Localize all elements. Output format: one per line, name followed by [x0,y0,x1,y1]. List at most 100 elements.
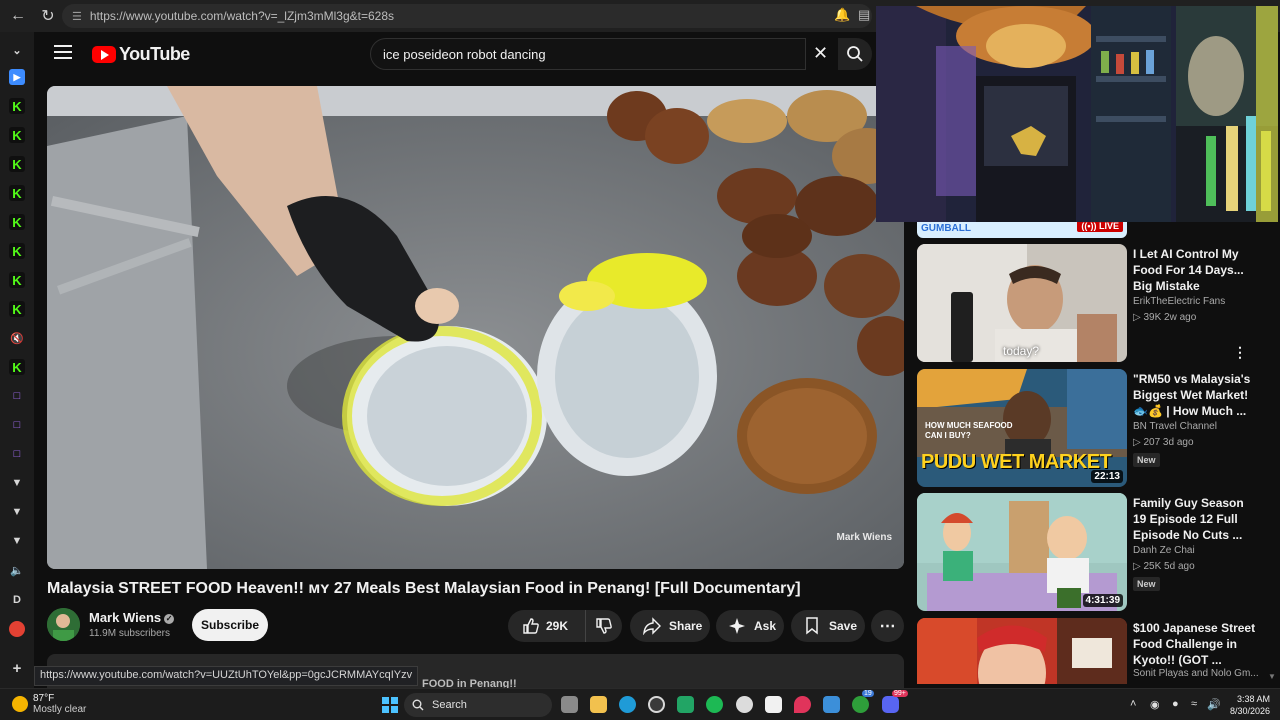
edge-icon[interactable] [619,696,636,713]
photos-icon[interactable] [823,696,840,713]
live-stream-card[interactable]: GUMBALL ((•)) LIVE [917,222,1127,238]
twitch-icon[interactable]: □ [9,388,25,404]
collapse-chevron-icon[interactable]: ⌄ [9,42,25,58]
kick-icon[interactable]: K [9,98,25,114]
wifi-icon[interactable]: ≈ [1191,698,1197,710]
recommended-title[interactable]: Family Guy Season 19 Episode 12 Full Epi… [1133,495,1257,543]
share-button[interactable]: Share [630,610,710,642]
search-button[interactable] [838,38,872,70]
site-info-icon[interactable]: ☰ [72,10,82,23]
thumbnail-text: PUDU WET MARKET [921,451,1112,473]
recommended-video[interactable]: 4:31:39 Family Guy Season 19 Episode 12 … [917,493,1267,613]
recommended-video[interactable]: $100 Japanese Street Food Challenge in K… [917,618,1267,684]
browser-sidebar: ⌄ ▶ K K K K K K K K 🔇 K □ □ □ ▼ ▼ ▼ 🔈 D … [0,32,34,688]
file-explorer-icon[interactable] [590,696,607,713]
video-title: Malaysia STREET FOOD Heaven!! ᴍʏ 27 Meal… [47,580,801,597]
webcam-overlay [876,6,1278,222]
scroll-down-arrow-icon[interactable]: ▼ [1268,672,1276,681]
kick-icon[interactable]: K [9,127,25,143]
new-badge: New [1133,577,1160,591]
obs-icon[interactable] [648,696,665,713]
screen: ← ↻ ☰ https://www.youtube.com/watch?v=_l… [0,0,1280,720]
live-label: LIVE [1098,222,1119,231]
recommended-meta: ▷ 25K 5d ago [1133,561,1195,572]
recommended-video[interactable]: today? I Let AI Control My Food For 14 D… [917,244,1267,364]
more-horizontal-icon: ⋯ [879,618,896,635]
video-player[interactable]: Mark Wiens [47,86,904,569]
kick-icon[interactable]: K [9,272,25,288]
muted-speaker-icon[interactable]: 🔇 [9,330,25,346]
video-thumbnail[interactable]: HOW MUCH SEAFOOD CAN I BUY? PUDU WET MAR… [917,369,1127,487]
video-thumbnail[interactable]: 4:31:39 [917,493,1127,611]
subscriber-count: 11.9M subscribers [89,628,170,639]
windows-start-icon[interactable] [382,697,398,713]
sheets-icon[interactable] [677,696,694,713]
search-input[interactable]: ice poseideon robot dancing [370,38,806,70]
extensions-icon[interactable]: ▤ [858,7,870,23]
settings-gear-icon[interactable] [736,696,753,713]
menu-icon[interactable] [54,45,72,59]
ask-button[interactable]: Ask [716,610,784,642]
microphone-icon[interactable]: ● [1172,698,1179,710]
sidebar-item-active[interactable]: ▶ [9,69,25,85]
speaker-icon[interactable]: 🔈 [9,562,25,578]
youtube-logo[interactable]: YouTube [92,44,190,65]
taskbar-search[interactable]: Search [404,693,552,717]
more-vertical-icon[interactable]: ⋮ [1233,344,1247,361]
back-arrow-icon[interactable]: ← [4,2,32,30]
weather-widget[interactable]: 87°F Mostly clear [12,693,86,715]
reload-icon[interactable]: ↻ [34,2,62,30]
channel-avatar[interactable] [47,608,80,641]
recommended-channel[interactable]: ErikTheElectric Fans [1133,296,1263,307]
discord-icon[interactable]: 99+ [882,690,908,713]
down-circle-icon[interactable]: ▼ [9,533,25,549]
maps-pin-icon[interactable] [794,696,811,713]
d-app-icon[interactable]: D [9,592,25,608]
twitch-icon[interactable]: □ [9,446,25,462]
down-circle-icon[interactable]: ▼ [9,504,25,520]
recommended-channel[interactable]: Sonit Playas and Nolo Gm... [1133,668,1263,679]
recommended-channel[interactable]: BN Travel Channel [1133,421,1263,432]
address-url: https://www.youtube.com/watch?v=_lZjm3mM… [89,9,395,23]
xbox-icon[interactable]: 19 [852,690,874,713]
volume-icon[interactable]: 🔊 [1207,698,1221,711]
thumbs-up-icon [523,618,539,634]
address-bar[interactable]: ☰ https://www.youtube.com/watch?v=_lZjm3… [62,4,872,28]
recommended-title[interactable]: I Let AI Control My Food For 14 Days... … [1133,246,1257,294]
task-view-icon[interactable] [561,696,578,713]
save-button[interactable]: Save [791,610,865,642]
kick-icon[interactable]: K [9,185,25,201]
like-dislike-group: 29K [508,610,622,642]
subscribe-button[interactable]: Subscribe [192,609,268,641]
tray-chevron-icon[interactable]: ˄ [1130,698,1136,710]
twitch-icon[interactable]: □ [9,417,25,433]
recommended-title[interactable]: "RM50 vs Malaysia's Biggest Wet Market! … [1133,371,1257,419]
recommended-video[interactable]: HOW MUCH SEAFOOD CAN I BUY? PUDU WET MAR… [917,369,1267,489]
notification-bell-icon[interactable]: 🔔 [834,7,850,23]
recommended-channel[interactable]: Danh Ze Chai [1133,545,1263,556]
kick-icon[interactable]: K [9,243,25,259]
kick-icon[interactable]: K [9,301,25,317]
add-icon[interactable]: + [9,660,25,677]
dislike-button[interactable] [586,610,622,642]
clear-search-icon[interactable]: ✕ [813,44,828,62]
game-controller-icon[interactable]: ◉ [1150,698,1160,711]
thumbnail-image [917,618,1127,684]
channel-name[interactable]: Mark Wiens ✓ [89,610,175,625]
search-query: ice poseideon robot dancing [383,46,546,62]
kick-icon[interactable]: K [9,359,25,375]
system-clock[interactable]: 3:38 AM 8/30/2026 [1224,693,1270,717]
more-actions-button[interactable]: ⋯ [871,610,904,642]
spotify-icon[interactable] [706,696,723,713]
recommended-title[interactable]: $100 Japanese Street Food Challenge in K… [1133,620,1257,668]
video-thumbnail[interactable]: today? [917,244,1127,362]
video-thumbnail[interactable] [917,618,1127,684]
document-icon[interactable] [765,696,782,713]
kick-icon[interactable]: K [9,156,25,172]
save-label: Save [829,619,858,633]
kick-icon[interactable]: K [9,214,25,230]
chrome-icon[interactable] [9,621,25,637]
recommended-meta: ▷ 39K 2w ago [1133,312,1197,323]
down-circle-icon[interactable]: ▼ [9,475,25,491]
like-button[interactable]: 29K [508,610,586,642]
